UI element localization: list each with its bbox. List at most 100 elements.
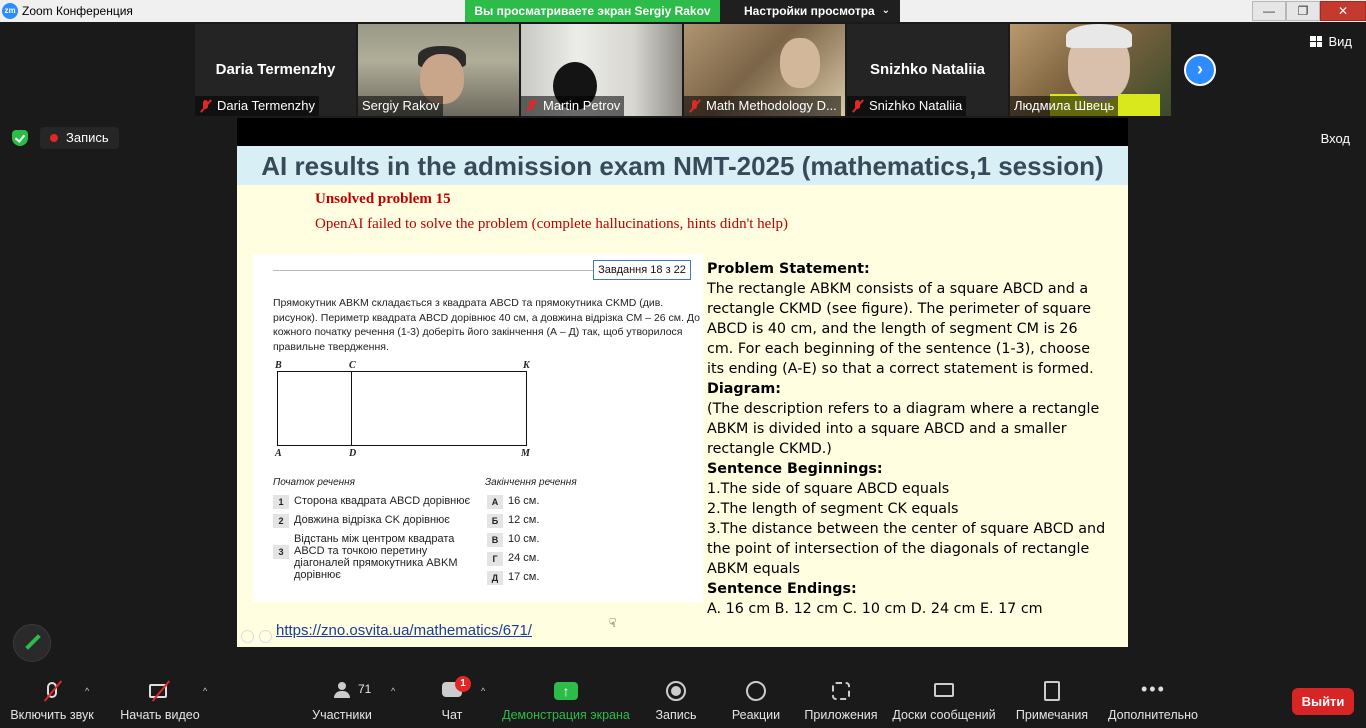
divider bbox=[273, 270, 593, 271]
zoom-app-icon: zm bbox=[2, 3, 18, 19]
point-label: A bbox=[275, 448, 282, 459]
whiteboard-icon bbox=[934, 683, 954, 697]
video-options-caret-icon[interactable]: ^ bbox=[203, 686, 207, 696]
participant-name: Sergiy Rakov bbox=[362, 98, 440, 113]
point-label: K bbox=[523, 360, 530, 371]
row-letter: Г bbox=[487, 552, 503, 566]
chat-unread-badge: 1 bbox=[455, 676, 471, 692]
participant-tile[interactable]: Snizhko Nataliia Snizhko Nataliia bbox=[847, 24, 1008, 116]
enter-button[interactable]: Вход bbox=[1321, 131, 1350, 146]
reactions-label: Реакции bbox=[731, 708, 781, 722]
participant-name: Людмила Швець bbox=[1014, 98, 1115, 113]
annotate-pencil-button[interactable] bbox=[13, 624, 51, 662]
ending-text: 12 см. bbox=[508, 514, 540, 526]
view-label: Вид bbox=[1328, 34, 1352, 49]
reactions-button[interactable]: Реакции bbox=[728, 668, 784, 728]
participant-name: Martin Petrov bbox=[543, 98, 621, 113]
notes-label: Примечания bbox=[1015, 708, 1089, 722]
view-button[interactable]: Вид bbox=[1310, 34, 1352, 49]
view-options-dropdown[interactable]: Настройки просмотра ⌄ bbox=[720, 0, 900, 22]
ending-row: Г 24 см. bbox=[487, 552, 539, 566]
start-video-label: Начать видео bbox=[120, 708, 200, 722]
apps-button[interactable]: Приложения bbox=[802, 668, 880, 728]
participant-tile[interactable]: Daria Termenzhy Daria Termenzhy bbox=[195, 24, 356, 116]
row-number: 1 bbox=[273, 495, 289, 509]
chat-options-caret-icon[interactable]: ^ bbox=[481, 686, 485, 696]
ending-text: 24 см. bbox=[508, 552, 540, 564]
ending-row: А 16 см. bbox=[487, 495, 539, 509]
ending-row: Д 17 см. bbox=[487, 571, 539, 585]
record-button[interactable]: Запись bbox=[650, 668, 702, 728]
smiley-icon bbox=[746, 681, 766, 701]
source-link[interactable]: https://zno.osvita.ua/mathematics/671/ bbox=[276, 622, 532, 639]
chat-button[interactable]: 1 Чат bbox=[428, 668, 476, 728]
endings-header: Закінчення речення bbox=[485, 477, 577, 488]
row-letter: Б bbox=[487, 514, 503, 528]
more-button[interactable]: ••• Дополнительно bbox=[1106, 668, 1200, 728]
sentence-beginning: 1.The side of square ABCD equals bbox=[707, 481, 950, 497]
row-number: 3 bbox=[273, 545, 289, 559]
unsolved-heading: Unsolved problem 15 bbox=[315, 191, 451, 207]
participant-name: Snizhko Nataliia bbox=[869, 98, 963, 113]
row-number: 2 bbox=[273, 514, 289, 528]
notes-button[interactable]: Примечания bbox=[1014, 668, 1090, 728]
participant-name: Math Methodology D... bbox=[706, 98, 837, 113]
whiteboards-label: Доски сообщений bbox=[892, 708, 996, 722]
share-banner: Вы просматриваете экран Sergiy Rakov Нас… bbox=[465, 0, 900, 22]
exam-task-card: Завдання 18 з 22 Прямокутник ABKM склада… bbox=[253, 254, 703, 602]
participant-name-bar: Людмила Швець bbox=[1010, 96, 1119, 116]
maximize-button[interactable]: ❐ bbox=[1286, 1, 1320, 21]
participants-count: 71 bbox=[358, 682, 372, 696]
rectangle-figure bbox=[277, 371, 527, 446]
statement-heading: Problem Statement: bbox=[707, 261, 870, 277]
point-label: B bbox=[275, 360, 282, 371]
participant-tile-active-speaker[interactable]: Sergiy Rakov bbox=[358, 24, 519, 116]
meeting-toolbar: Включить звук ^ Начать видео ^ 71 Участн… bbox=[0, 668, 1366, 728]
minimize-button[interactable]: — bbox=[1252, 1, 1286, 21]
failure-note: OpenAI failed to solve the problem (comp… bbox=[315, 216, 789, 232]
point-label: M bbox=[521, 448, 530, 459]
point-label: D bbox=[349, 448, 357, 459]
beginning-text: Відстань між центром квадрата ABCD та то… bbox=[294, 533, 458, 581]
participant-tile[interactable]: Людмила Швець bbox=[1010, 24, 1171, 116]
window-title: Zoom Конференция bbox=[22, 4, 133, 18]
participants-options-caret-icon[interactable]: ^ bbox=[391, 686, 395, 696]
participant-tile[interactable]: Math Methodology D... bbox=[684, 24, 845, 116]
slide-nav-back-icon[interactable] bbox=[241, 630, 254, 643]
unmute-button[interactable]: Включить звук bbox=[6, 668, 98, 728]
whiteboards-button[interactable]: Доски сообщений bbox=[890, 668, 998, 728]
endings-heading: Sentence Endings: bbox=[707, 581, 857, 597]
apps-label: Приложения bbox=[804, 708, 878, 722]
share-status: Вы просматриваете экран Sergiy Rakov bbox=[465, 0, 720, 22]
figure-divider-cd bbox=[351, 371, 352, 446]
chevron-down-icon: ⌄ bbox=[881, 5, 890, 16]
presentation-slide: AI results in the admission exam NMT-202… bbox=[237, 146, 1128, 647]
start-video-button[interactable]: Начать видео bbox=[114, 668, 206, 728]
share-screen-icon: ↑ bbox=[554, 682, 578, 700]
record-icon bbox=[666, 681, 686, 701]
slide-nav-forward-icon[interactable] bbox=[259, 630, 272, 643]
participant-name-bar: Snizhko Nataliia bbox=[847, 96, 967, 116]
mic-muted-icon bbox=[525, 99, 539, 113]
share-screen-button[interactable]: ↑ Демонстрация экрана bbox=[502, 668, 630, 728]
point-label: C bbox=[349, 360, 356, 371]
next-participants-button[interactable]: › bbox=[1184, 54, 1216, 86]
apps-icon bbox=[832, 682, 850, 700]
beginning-text: Сторона квадрата ABCD дорівнює bbox=[294, 495, 471, 507]
participants-button[interactable]: 71 Участники bbox=[302, 668, 382, 728]
participant-big-name: Daria Termenzhy bbox=[215, 61, 336, 78]
leave-meeting-button[interactable]: Выйти bbox=[1292, 688, 1354, 715]
notes-icon bbox=[1044, 681, 1060, 701]
beginning-row: 1 Сторона квадрата ABCD дорівнює bbox=[273, 495, 483, 509]
close-button[interactable]: ✕ bbox=[1320, 1, 1366, 21]
participant-name-bar: Sergiy Rakov bbox=[358, 96, 444, 116]
diagram-text: (The description refers to a diagram whe… bbox=[707, 401, 1100, 457]
participant-tile[interactable]: Martin Petrov bbox=[521, 24, 682, 116]
recording-indicator[interactable]: Запись bbox=[40, 127, 119, 149]
beginnings-header: Початок речення bbox=[273, 477, 356, 488]
ending-row: Б 12 см. bbox=[487, 514, 539, 528]
audio-options-caret-icon[interactable]: ^ bbox=[85, 686, 89, 696]
record-label: Запись bbox=[655, 708, 697, 722]
ending-row: В 10 см. bbox=[487, 533, 539, 547]
security-shield-icon[interactable] bbox=[12, 130, 28, 146]
